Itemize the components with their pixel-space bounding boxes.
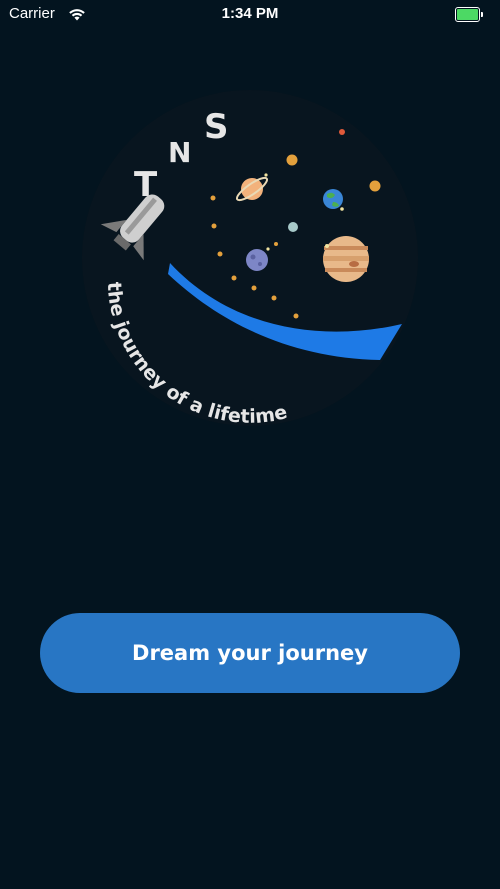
dream-your-journey-label: Dream your journey <box>132 641 368 665</box>
moon-icon <box>288 222 298 232</box>
earth-icon <box>323 189 343 209</box>
app-logo: T N S the journey of a lifetime <box>80 88 420 428</box>
battery-icon <box>455 7 483 22</box>
status-time: 1:34 PM <box>221 5 279 22</box>
planet-icon <box>246 249 268 271</box>
logo-letter-s: S <box>204 107 229 147</box>
battery-level <box>457 9 478 20</box>
jupiter-icon <box>323 236 369 282</box>
logo-letter-n: N <box>168 136 191 169</box>
dream-your-journey-button[interactable]: Dream your journey <box>40 613 460 693</box>
app-screen: Carrier 1:34 PM T N S the journey of a l… <box>0 0 500 889</box>
status-bar: Carrier 1:34 PM <box>0 0 500 28</box>
